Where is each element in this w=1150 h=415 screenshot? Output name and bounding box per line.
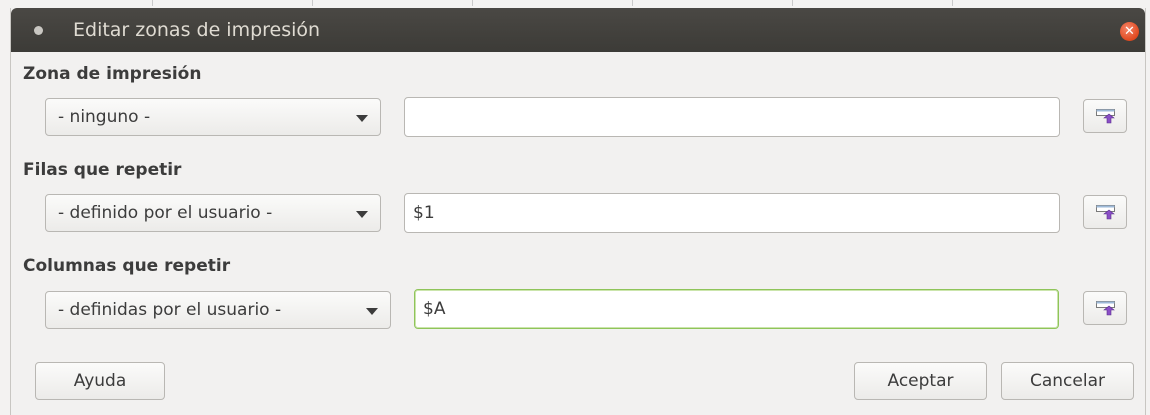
columns-to-repeat-select[interactable]: - definidas por el usuario -: [45, 291, 391, 329]
shrink-dialog-icon: [1096, 301, 1115, 316]
columns-to-repeat-select-value: - definidas por el usuario -: [58, 300, 282, 320]
print-range-select[interactable]: - ninguno -: [45, 98, 381, 136]
grid-line: [792, 0, 793, 6]
rows-to-repeat-shrink-button[interactable]: [1083, 195, 1127, 229]
chevron-down-icon: [356, 211, 368, 218]
print-range-input[interactable]: [404, 97, 1060, 137]
window-menu-icon[interactable]: [34, 26, 43, 35]
grid-line: [152, 0, 153, 6]
grid-line: [632, 0, 633, 6]
rows-to-repeat-select-value: - definido por el usuario -: [58, 203, 273, 223]
shrink-dialog-icon: [1096, 109, 1115, 124]
help-button[interactable]: Ayuda: [35, 362, 165, 400]
columns-to-repeat-input[interactable]: [414, 289, 1059, 329]
grid-line: [952, 0, 953, 6]
rows-to-repeat-input[interactable]: [404, 193, 1060, 233]
cancel-button[interactable]: Cancelar: [1001, 362, 1134, 400]
chevron-down-icon: [366, 308, 378, 315]
title-bar[interactable]: Editar zonas de impresión ✕: [11, 8, 1145, 52]
ok-button[interactable]: Aceptar: [854, 362, 987, 400]
columns-to-repeat-shrink-button[interactable]: [1083, 291, 1127, 325]
grid-line: [312, 0, 313, 6]
rows-to-repeat-select[interactable]: - definido por el usuario -: [45, 194, 381, 232]
grid-line: [472, 0, 473, 6]
print-range-label: Zona de impresión: [23, 64, 202, 84]
dialog-title: Editar zonas de impresión: [73, 19, 321, 41]
print-range-shrink-button[interactable]: [1083, 99, 1127, 133]
shrink-dialog-icon: [1096, 205, 1115, 220]
edit-print-ranges-dialog: Editar zonas de impresión ✕ Zona de impr…: [10, 8, 1146, 415]
chevron-down-icon: [356, 115, 368, 122]
print-range-select-value: - ninguno -: [58, 107, 151, 127]
columns-to-repeat-label: Columnas que repetir: [23, 256, 231, 276]
rows-to-repeat-label: Filas que repetir: [23, 160, 182, 180]
close-icon[interactable]: ✕: [1120, 22, 1139, 41]
